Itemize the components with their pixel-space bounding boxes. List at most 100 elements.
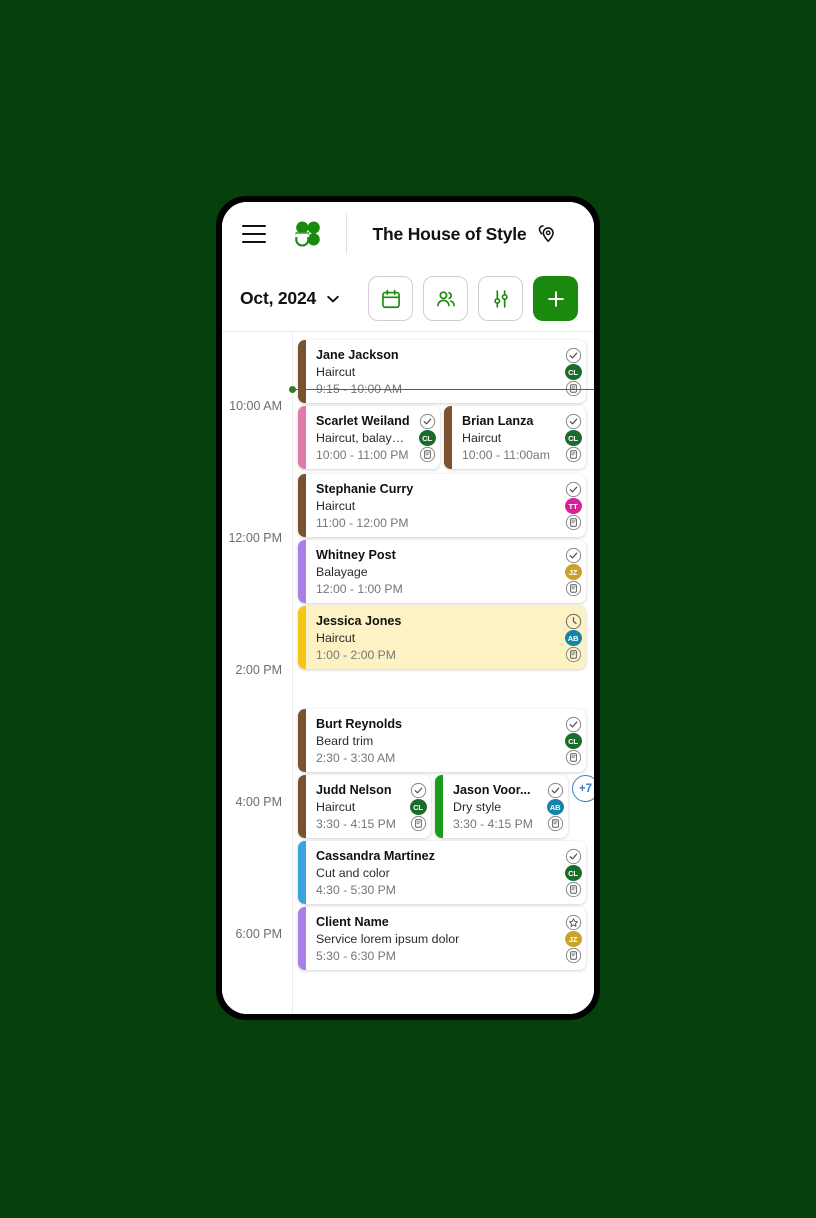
appointment-color-bar <box>298 606 306 669</box>
staff-button[interactable] <box>423 276 468 321</box>
avatar[interactable]: CL <box>418 430 436 446</box>
note-icon[interactable] <box>547 815 564 832</box>
appointment-card[interactable]: Cassandra Martinez Cut and color 4:30 - … <box>298 841 586 904</box>
check-circle-icon[interactable] <box>565 547 582 564</box>
hamburger-menu-icon[interactable] <box>242 225 266 243</box>
client-name: Whitney Post <box>316 548 396 562</box>
note-icon[interactable] <box>565 947 582 964</box>
appointment-color-bar <box>298 540 306 603</box>
month-selector[interactable]: Oct, 2024 <box>240 288 341 309</box>
phone-frame: The House of Style Oct, 2024 10:00 AM 12… <box>216 196 600 1020</box>
appointment-time: 10:00 - 11:00 PM <box>316 448 409 462</box>
clock-circle-icon[interactable] <box>565 613 582 630</box>
filters-button[interactable] <box>478 276 523 321</box>
appointment-card[interactable]: Client Name Service lorem ipsum dolor 5:… <box>298 907 586 970</box>
avatar[interactable]: AB <box>546 799 564 815</box>
appointment-color-bar <box>435 775 443 838</box>
add-appointment-button[interactable] <box>533 276 578 321</box>
appointment-icons: JZ <box>560 907 586 970</box>
check-circle-icon[interactable] <box>547 782 564 799</box>
avatar[interactable]: CL <box>564 865 582 881</box>
appointment-details: Brian Lanza Haircut 10:00 - 11:00am <box>452 406 560 469</box>
appointment-card[interactable]: Jessica Jones Haircut 1:00 - 2:00 PM AB <box>298 606 586 669</box>
calendar-view-button[interactable] <box>368 276 413 321</box>
client-name: Jason Voor... <box>453 783 531 797</box>
check-circle-icon[interactable] <box>565 716 582 733</box>
appointment-details: Scarlet Weiland Haircut, balayage 10:00 … <box>306 406 414 469</box>
service-name: Haircut <box>462 431 502 445</box>
avatar[interactable]: CL <box>409 799 427 815</box>
people-icon <box>435 288 457 310</box>
time-gutter: 10:00 AM 12:00 PM 2:00 PM 4:00 PM 6:00 P… <box>222 332 293 1014</box>
avatar[interactable]: CL <box>564 364 582 380</box>
appointment-details: Jane Jackson Haircut 9:15 - 10:00 AM <box>306 340 560 403</box>
star-circle-icon[interactable] <box>565 914 582 931</box>
appointment-icons: CL <box>560 841 586 904</box>
check-circle-icon[interactable] <box>410 782 427 799</box>
avatar[interactable]: CL <box>564 733 582 749</box>
time-tick: 2:00 PM <box>235 663 282 677</box>
client-name: Burt Reynolds <box>316 717 403 731</box>
service-name: Haircut, balayage <box>316 431 410 445</box>
appointment-card[interactable]: Jason Voor... Dry style 3:30 - 4:15 PM A… <box>435 775 568 838</box>
appointment-card[interactable]: Scarlet Weiland Haircut, balayage 10:00 … <box>298 406 440 469</box>
note-icon[interactable] <box>565 514 582 531</box>
appointment-card[interactable]: Judd Nelson Haircut 3:30 - 4:15 PM CL <box>298 775 431 838</box>
avatar[interactable]: JZ <box>564 931 582 947</box>
check-circle-icon[interactable] <box>565 347 582 364</box>
appointment-color-bar <box>298 474 306 537</box>
check-circle-icon[interactable] <box>565 848 582 865</box>
month-label: Oct, 2024 <box>240 288 317 308</box>
avatar[interactable]: AB <box>564 630 582 646</box>
note-icon[interactable] <box>419 446 436 463</box>
note-icon[interactable] <box>565 749 582 766</box>
agenda-toolbar: Oct, 2024 <box>222 266 594 332</box>
appointment-card[interactable]: Brian Lanza Haircut 10:00 - 11:00am CL <box>444 406 586 469</box>
more-appointments-badge[interactable]: +7 <box>572 775 594 802</box>
appointment-details: Client Name Service lorem ipsum dolor 5:… <box>306 907 560 970</box>
note-icon[interactable] <box>410 815 427 832</box>
appointment-color-bar <box>298 841 306 904</box>
appointment-time: 3:30 - 4:15 PM <box>316 817 396 831</box>
service-name: Cut and color <box>316 866 390 880</box>
appointment-card[interactable]: Stephanie Curry Haircut 11:00 - 12:00 PM… <box>298 474 586 537</box>
avatar[interactable]: JZ <box>564 564 582 580</box>
appointment-details: Whitney Post Balayage 12:00 - 1:00 PM <box>306 540 560 603</box>
note-icon[interactable] <box>565 881 582 898</box>
note-icon[interactable] <box>565 580 582 597</box>
appointment-card[interactable]: Burt Reynolds Beard trim 2:30 - 3:30 AM … <box>298 709 586 772</box>
appointment-time: 11:00 - 12:00 PM <box>316 516 409 530</box>
phone-screen: The House of Style Oct, 2024 10:00 AM 12… <box>222 202 594 1014</box>
appointment-icons: CL <box>560 406 586 469</box>
clover-logo-icon[interactable] <box>292 218 324 250</box>
note-icon[interactable] <box>565 646 582 663</box>
appointment-color-bar <box>298 775 306 838</box>
note-icon[interactable] <box>565 446 582 463</box>
appointment-icons: CL <box>414 406 440 469</box>
appointment-time: 3:30 - 4:15 PM <box>453 817 533 831</box>
appointment-color-bar <box>298 709 306 772</box>
check-circle-icon[interactable] <box>565 413 582 430</box>
service-name: Haircut <box>316 365 356 379</box>
check-circle-icon[interactable] <box>565 481 582 498</box>
client-name: Stephanie Curry <box>316 482 414 496</box>
avatar[interactable]: TT <box>564 498 582 514</box>
appointment-color-bar <box>298 406 306 469</box>
map-pins-icon[interactable] <box>536 223 558 245</box>
app-header: The House of Style <box>222 202 594 266</box>
agenda-grid: 10:00 AM 12:00 PM 2:00 PM 4:00 PM 6:00 P… <box>222 332 594 1014</box>
appointment-icons: CL <box>560 709 586 772</box>
appointment-card[interactable]: Jane Jackson Haircut 9:15 - 10:00 AM CL <box>298 340 586 403</box>
client-name: Jessica Jones <box>316 614 402 628</box>
chevron-down-icon <box>325 291 341 307</box>
client-name: Scarlet Weiland <box>316 414 410 428</box>
time-tick: 10:00 AM <box>229 399 282 413</box>
appointment-time: 12:00 - 1:00 PM <box>316 582 403 596</box>
check-circle-icon[interactable] <box>419 413 436 430</box>
page-title: The House of Style <box>372 223 527 244</box>
events-column: Jane Jackson Haircut 9:15 - 10:00 AM CL <box>289 332 594 1014</box>
appointment-details: Jason Voor... Dry style 3:30 - 4:15 PM <box>443 775 542 838</box>
client-name: Jane Jackson <box>316 348 399 362</box>
appointment-card[interactable]: Whitney Post Balayage 12:00 - 1:00 PM JZ <box>298 540 586 603</box>
avatar[interactable]: CL <box>564 430 582 446</box>
